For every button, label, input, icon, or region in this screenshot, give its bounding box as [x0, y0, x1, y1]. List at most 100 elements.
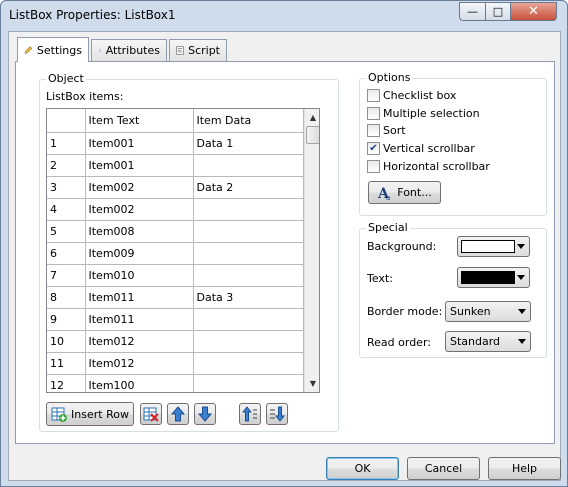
item-data-cell[interactable] [192, 263, 304, 287]
text-color-label: Text: [367, 272, 393, 285]
table-row[interactable]: 4 Item002 [47, 197, 304, 221]
wand-icon [98, 48, 102, 53]
tab-attributes[interactable]: Attributes [91, 39, 167, 61]
ok-button[interactable]: OK [326, 457, 399, 480]
cancel-button[interactable]: Cancel [407, 457, 480, 480]
row-index: 8 [47, 285, 86, 309]
item-data-cell[interactable] [192, 329, 304, 353]
scroll-thumb[interactable] [306, 126, 319, 144]
close-button[interactable]: ✕ [510, 2, 557, 21]
delete-row-button[interactable] [140, 403, 162, 425]
item-data-cell[interactable] [192, 219, 304, 243]
row-index: 3 [47, 175, 86, 199]
item-data-cell[interactable] [192, 197, 304, 221]
table-row[interactable]: 2 Item001 [47, 153, 304, 177]
checklist-box-label: Checklist box [383, 89, 457, 102]
column-header-index [47, 109, 86, 133]
close-icon: ✕ [528, 4, 539, 19]
column-header-item-text[interactable]: Item Text [84, 109, 194, 133]
item-text-cell[interactable]: Item009 [84, 241, 194, 265]
chevron-down-icon [517, 244, 525, 249]
checkbox-box[interactable] [367, 160, 380, 173]
checklist-box-checkbox[interactable]: Checklist box [367, 89, 456, 102]
items-table: Item Text Item Data 1 Item001 Data 1 2 Item0… [47, 109, 304, 392]
sort-ascending-button[interactable] [239, 403, 261, 425]
item-data-cell[interactable] [192, 351, 304, 375]
insert-row-icon [51, 407, 68, 422]
scroll-down-icon[interactable]: ▼ [305, 375, 319, 392]
table-row[interactable]: 8 Item011 Data 3 [47, 285, 304, 309]
item-text-cell[interactable]: Item002 [84, 175, 194, 199]
sort-checkbox[interactable]: Sort [367, 124, 406, 137]
read-order-label: Read order: [367, 336, 431, 349]
dialog-window: ListBox Properties: ListBox1 — □ ✕ Setti… [0, 0, 568, 487]
vertical-scrollbar[interactable]: ▲ ▼ [304, 109, 319, 392]
text-color-picker[interactable] [457, 267, 530, 288]
table-row[interactable]: 3 Item002 Data 2 [47, 175, 304, 199]
table-row[interactable]: 12 Item100 [47, 373, 304, 392]
item-text-cell[interactable]: Item012 [84, 351, 194, 375]
row-index: 10 [47, 329, 86, 353]
item-data-cell[interactable]: Data 2 [192, 175, 304, 199]
horizontal-scrollbar-checkbox[interactable]: Horizontal scrollbar [367, 160, 490, 173]
row-index: 5 [47, 219, 86, 243]
checkbox-box[interactable]: ✔ [367, 142, 380, 155]
row-index: 4 [47, 197, 86, 221]
read-order-value: Standard [450, 335, 501, 348]
table-row[interactable]: 10 Item012 [47, 329, 304, 353]
table-body: 1 Item001 Data 1 2 Item001 3 Item002 Data 2 4 Ite… [47, 131, 304, 392]
minimize-icon: — [467, 5, 478, 18]
move-up-button[interactable] [167, 403, 189, 425]
vertical-scrollbar-checkbox[interactable]: ✔ Vertical scrollbar [367, 142, 475, 155]
table-row[interactable]: 9 Item011 [47, 307, 304, 331]
table-row[interactable]: 11 Item012 [47, 351, 304, 375]
multiple-selection-checkbox[interactable]: Multiple selection [367, 107, 480, 120]
item-text-cell[interactable]: Item008 [84, 219, 194, 243]
multiple-selection-label: Multiple selection [383, 107, 480, 120]
item-data-cell[interactable] [192, 153, 304, 177]
minimize-button[interactable]: — [459, 2, 486, 21]
item-data-cell[interactable] [192, 241, 304, 265]
font-button[interactable]: Aa Font... [368, 181, 441, 204]
checkbox-box[interactable] [367, 124, 380, 137]
sort-label: Sort [383, 124, 406, 137]
item-text-cell[interactable]: Item010 [84, 263, 194, 287]
item-text-cell[interactable]: Item002 [84, 197, 194, 221]
sort-descending-button[interactable] [266, 403, 288, 425]
item-data-cell[interactable]: Data 3 [192, 285, 304, 309]
background-color-picker[interactable] [457, 236, 530, 257]
move-up-icon [170, 406, 186, 422]
ok-label: OK [354, 462, 371, 475]
item-data-cell[interactable] [192, 307, 304, 331]
item-text-cell[interactable]: Item011 [84, 307, 194, 331]
table-row[interactable]: 6 Item009 [47, 241, 304, 265]
pencil-icon [24, 46, 33, 54]
item-text-cell[interactable]: Item001 [84, 131, 194, 155]
border-mode-select[interactable]: Sunken [445, 301, 531, 322]
tab-settings[interactable]: Settings [17, 37, 89, 62]
table-row[interactable]: 5 Item008 [47, 219, 304, 243]
tab-script[interactable]: Script [169, 39, 227, 61]
row-index: 2 [47, 153, 86, 177]
row-index: 11 [47, 351, 86, 375]
item-text-cell[interactable]: Item001 [84, 153, 194, 177]
listbox-items-grid[interactable]: Item Text Item Data 1 Item001 Data 1 2 Item0… [46, 108, 320, 393]
insert-row-button[interactable]: Insert Row [46, 402, 134, 426]
move-down-button[interactable] [194, 403, 216, 425]
read-order-select[interactable]: Standard [445, 331, 531, 352]
special-group-title: Special [366, 221, 410, 234]
maximize-button[interactable]: □ [485, 2, 511, 21]
help-button[interactable]: Help [488, 457, 561, 480]
item-text-cell[interactable]: Item011 [84, 285, 194, 309]
item-text-cell[interactable]: Item100 [84, 373, 194, 392]
item-data-cell[interactable]: Data 1 [192, 131, 304, 155]
checkbox-box[interactable] [367, 107, 380, 120]
scroll-up-icon[interactable]: ▲ [305, 109, 319, 126]
column-header-item-data[interactable]: Item Data [192, 109, 304, 133]
table-row[interactable]: 1 Item001 Data 1 [47, 131, 304, 155]
checkbox-box[interactable] [367, 89, 380, 102]
item-text-cell[interactable]: Item012 [84, 329, 194, 353]
item-data-cell[interactable] [192, 373, 304, 392]
table-row[interactable]: 7 Item010 [47, 263, 304, 287]
title-bar: ListBox Properties: ListBox1 — □ ✕ [1, 1, 567, 31]
